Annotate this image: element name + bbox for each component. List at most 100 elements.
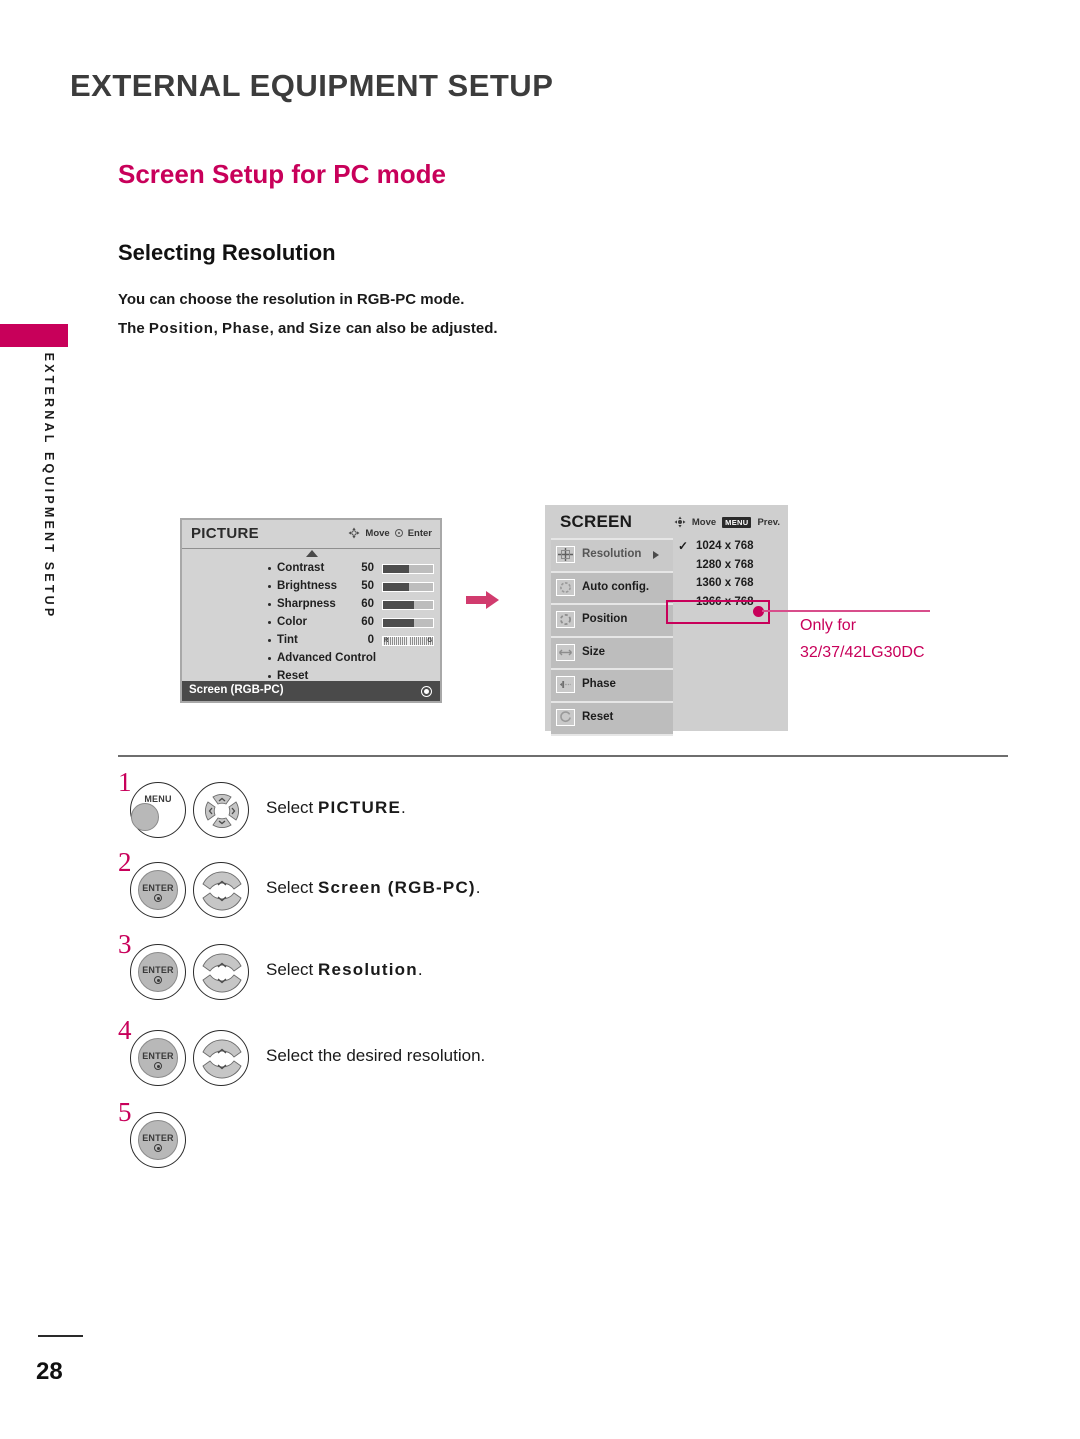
body-text-position: Position <box>148 320 214 337</box>
menu-item-value: 50 <box>361 562 374 574</box>
enter-button-label: ENTER <box>142 1133 174 1143</box>
step-text-suffix: . <box>475 878 481 897</box>
body-text-line-1: You can choose the resolution in RGB-PC … <box>118 291 465 308</box>
resolution-option-1024[interactable]: ✓ 1024 x 768 <box>675 538 782 557</box>
step-number: 4 <box>118 1015 132 1045</box>
enter-button-icon <box>421 686 432 697</box>
bullet-icon <box>268 639 271 642</box>
tint-red-label: R <box>384 638 389 644</box>
page-number: 28 <box>36 1358 63 1385</box>
menu-item-contrast[interactable]: Contrast 50 <box>182 560 440 578</box>
menu-item-value: 50 <box>361 580 374 592</box>
menu-item-value: 60 <box>361 616 374 628</box>
tint-center-mark <box>408 637 410 645</box>
content-divider <box>118 755 1008 757</box>
step-text: Select the desired resolution. <box>266 1046 485 1066</box>
enter-button[interactable]: ENTER <box>130 862 186 918</box>
menu-item-label: Tint <box>277 634 298 646</box>
bullet-icon <box>268 621 271 624</box>
up-down-control[interactable] <box>193 944 249 1000</box>
slider-sharpness[interactable] <box>382 600 434 610</box>
flow-arrow-icon <box>466 590 500 610</box>
resolution-option-label: 1280 x 768 <box>696 558 754 571</box>
enter-button[interactable]: ENTER <box>130 944 186 1000</box>
menu-item-brightness[interactable]: Brightness 50 <box>182 578 440 596</box>
body-text-prefix: The <box>118 320 149 337</box>
dpad-icon <box>204 793 240 829</box>
menu-item-tint[interactable]: Tint 0 R G <box>182 632 440 650</box>
menu-button[interactable]: MENU <box>130 782 186 838</box>
phase-icon <box>556 676 575 694</box>
enter-button[interactable]: ENTER <box>130 1112 186 1168</box>
picture-osd-title: PICTURE <box>191 525 259 542</box>
body-text-sep-2: , and <box>269 320 309 337</box>
bullet-icon <box>268 585 271 588</box>
screen-menu-item-position[interactable]: Position <box>551 605 673 638</box>
step-text: Select PICTURE. <box>266 798 406 818</box>
chevron-up-down-icon <box>202 871 242 911</box>
screen-menu-item-label: Resolution <box>582 548 642 560</box>
enter-button-label: ENTER <box>142 965 174 975</box>
chapter-side-label: EXTERNAL EQUIPMENT SETUP <box>42 352 56 620</box>
slider-brightness[interactable] <box>382 582 434 592</box>
slider-contrast[interactable] <box>382 564 434 574</box>
screen-menu-item-reset[interactable]: Reset <box>551 702 673 736</box>
step-text: Select Screen (RGB-PC). <box>266 878 481 898</box>
screen-menu-item-auto-config[interactable]: Auto config. <box>551 572 673 606</box>
menu-item-label: Brightness <box>277 580 338 592</box>
picture-hint-move-label: Move <box>365 527 390 539</box>
menu-item-advanced-control[interactable]: Advanced Control <box>182 650 440 668</box>
screen-osd-header: SCREEN Move MENU Prev. <box>545 505 788 538</box>
body-text-suffix: can also be adjusted. <box>341 320 498 337</box>
screen-hint-prev-label: Prev. <box>757 516 780 528</box>
screen-menu-item-label: Position <box>582 613 628 626</box>
bullet-icon <box>268 657 271 660</box>
slider-tint[interactable]: R G <box>382 636 434 646</box>
screen-menu-item-label: Reset <box>582 710 614 723</box>
screen-hint-move-label: Move <box>691 516 717 528</box>
up-down-control[interactable] <box>193 1030 249 1086</box>
step-text-suffix: . <box>417 960 423 979</box>
screen-menu-item-resolution[interactable]: Resolution <box>551 538 673 573</box>
step-number: 5 <box>118 1097 132 1127</box>
step-text-suffix: . <box>401 798 406 817</box>
body-text-phase: Phase <box>221 320 270 337</box>
menu-item-screen-rgb-pc[interactable]: Screen (RGB-PC) <box>182 679 440 701</box>
chevron-up-down-icon <box>202 1039 242 1079</box>
enter-button-label: ENTER <box>142 883 174 893</box>
picture-hint-enter-label: Enter <box>407 527 432 539</box>
screen-menu-item-label: Size <box>582 645 606 658</box>
section-title: Screen Setup for PC mode <box>118 159 446 189</box>
slider-color[interactable] <box>382 618 434 628</box>
picture-osd-menu: PICTURE Move Enter Contrast 50 Brightnes… <box>180 518 442 703</box>
step-number: 3 <box>118 929 132 959</box>
step-text-prefix: Select <box>266 878 318 897</box>
menu-item-label: Color <box>277 616 308 628</box>
enter-dot-icon <box>154 976 162 984</box>
screen-menu-item-phase[interactable]: Phase <box>551 670 673 703</box>
body-text-size: Size <box>308 320 342 337</box>
enter-dot-icon <box>154 1062 162 1070</box>
resolution-option-1360[interactable]: 1360 x 768 <box>675 575 782 594</box>
size-icon <box>556 643 575 661</box>
auto-config-icon <box>556 578 575 596</box>
menu-button-key <box>131 803 159 831</box>
up-down-control[interactable] <box>193 862 249 918</box>
crosshair-icon <box>556 546 575 563</box>
step-text-emphasis: Screen (RGB-PC) <box>317 878 476 897</box>
menu-item-label: Sharpness <box>277 598 336 610</box>
menu-item-color[interactable]: Color 60 <box>182 614 440 632</box>
step-text-emphasis: PICTURE <box>317 798 402 817</box>
menu-item-label: Contrast <box>277 562 325 574</box>
chevron-right-icon <box>653 551 659 559</box>
chevron-up-down-icon <box>202 953 242 993</box>
screen-menu-item-size[interactable]: Size <box>551 637 673 671</box>
callout-note: Only for 32/37/42LG30DC <box>800 612 925 666</box>
resolution-option-1280[interactable]: 1280 x 768 <box>675 557 782 576</box>
sub-section-title: Selecting Resolution <box>118 240 336 265</box>
enter-button[interactable]: ENTER <box>130 1030 186 1086</box>
picture-menu-rows: Contrast 50 Brightness 50 Sharpness 60 C… <box>182 560 440 686</box>
dpad-control[interactable] <box>193 782 249 838</box>
picture-osd-hints: Move Enter <box>348 527 432 539</box>
menu-item-sharpness[interactable]: Sharpness 60 <box>182 596 440 614</box>
